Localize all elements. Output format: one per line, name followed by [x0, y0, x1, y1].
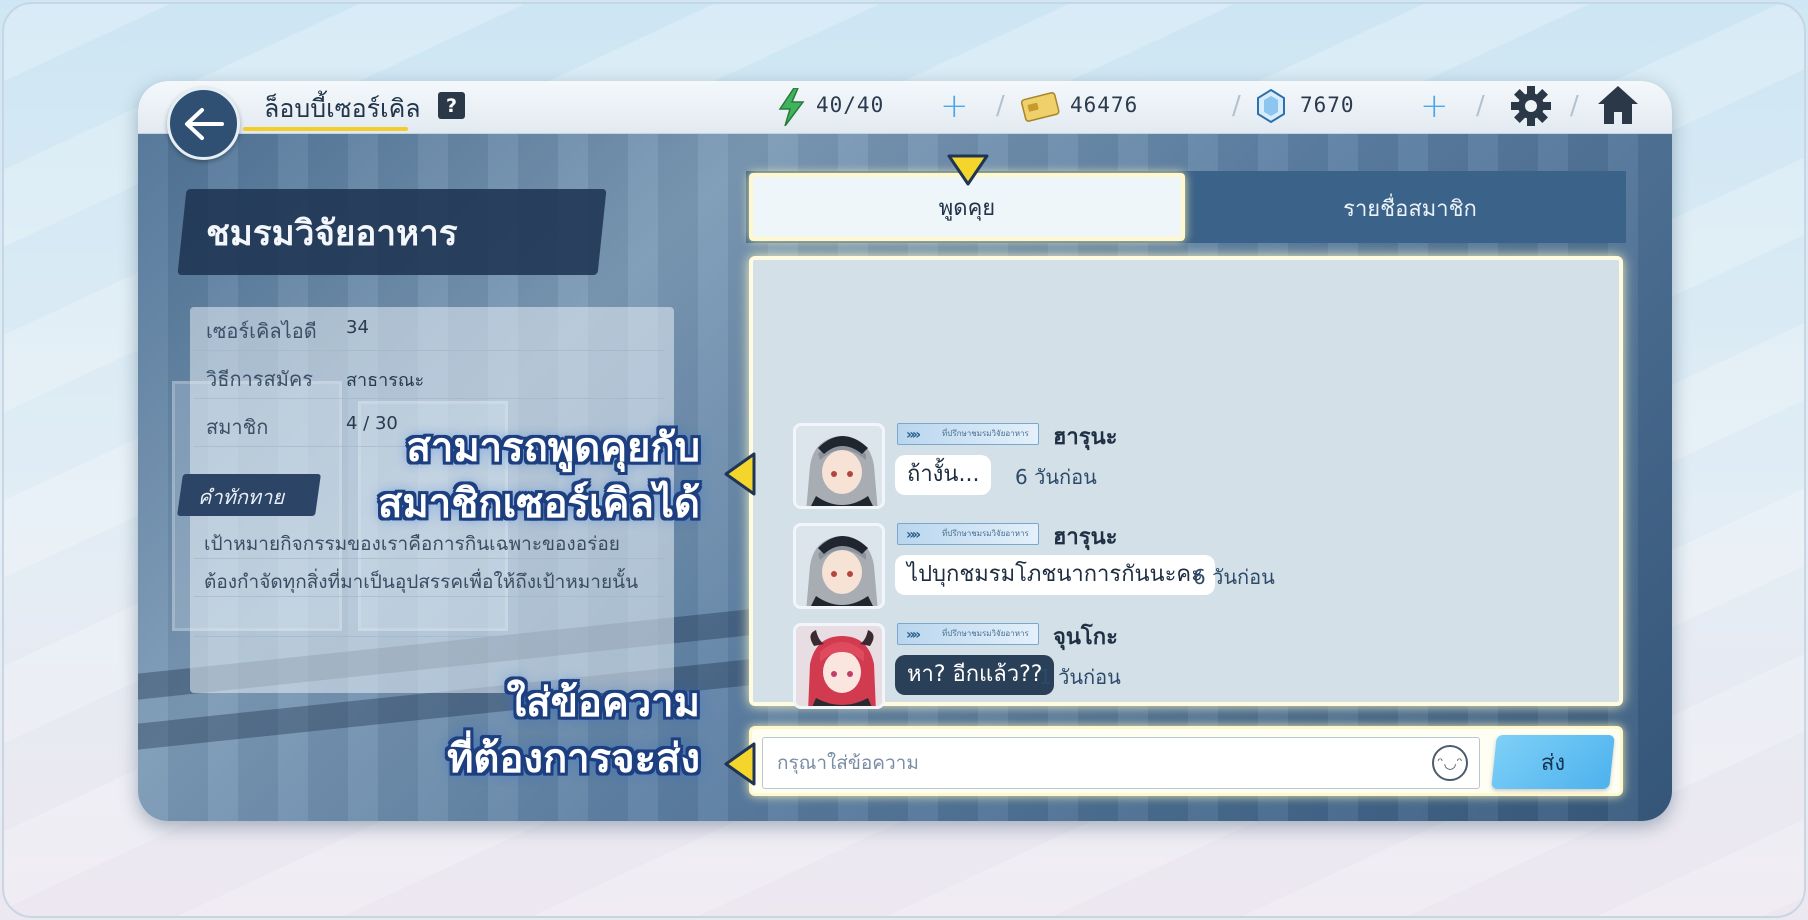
- message-input[interactable]: [762, 737, 1480, 789]
- club-name: ชมรมวิจัยอาหาร: [206, 214, 458, 254]
- credit-card-icon: [1020, 92, 1060, 122]
- divider: [194, 558, 664, 559]
- character-portrait-icon: [796, 426, 882, 506]
- back-button[interactable]: [167, 87, 240, 160]
- info-value: 34: [346, 317, 369, 338]
- sender-name: ฮารุนะ: [1053, 525, 1118, 550]
- role-badge: »» ที่ปรึกษาชมรมวิจัยอาหาร: [897, 423, 1039, 445]
- emoji-button[interactable]: ᵔ◡ᵔ: [1432, 745, 1468, 781]
- role-badge: »» ที่ปรึกษาชมรมวิจัยอาหาร: [897, 523, 1039, 545]
- stamina-value: 40/40: [816, 93, 885, 117]
- info-row-join-method: วิธีการสมัคร สาธารณะ: [194, 355, 664, 399]
- sender-name: จุนโกะ: [1053, 625, 1118, 650]
- message-time: 1 วันก่อน: [1039, 665, 1121, 689]
- tab-member-list[interactable]: รายชื่อสมาชิก: [1194, 177, 1626, 239]
- add-pyroxene-button[interactable]: +: [1420, 89, 1449, 123]
- role-badge: »» ที่ปรึกษาชมรมวิจัยอาหาร: [897, 623, 1039, 645]
- divider: [194, 596, 664, 597]
- chat-message: »» ที่ปรึกษาชมรมวิจัยอาหาร จุนโกะ หา? อีก…: [793, 623, 1573, 715]
- chat-message-list[interactable]: »» ที่ปรึกษาชมรมวิจัยอาหาร ฮารุนะ ถ้างั้น…: [749, 256, 1623, 709]
- tab-pointer-icon: [947, 154, 989, 186]
- stamina-bolt-icon: [778, 88, 805, 126]
- annotation-line: สามารถพูดคุยกับ: [406, 425, 700, 471]
- annotation-line: ใส่ข้อความ: [506, 680, 700, 726]
- greeting-label: คำทักทาย: [198, 485, 285, 509]
- chat-message: »» ที่ปรึกษาชมรมวิจัยอาหาร ฮารุนะ ไปบุกชม…: [793, 523, 1573, 615]
- avatar-junko: [793, 623, 885, 709]
- page-title: ล็อบบี้เซอร์เคิล: [264, 94, 421, 123]
- message-bubble: ถ้างั้น...: [895, 455, 992, 495]
- message-bubble: ไปบุกชมรมโภชนาการกันนะคะ: [895, 555, 1215, 595]
- help-button[interactable]: ?: [438, 92, 465, 119]
- role-badge-text: ที่ปรึกษาชมรมวิจัยอาหาร: [942, 529, 1029, 538]
- gear-icon[interactable]: [1510, 85, 1552, 127]
- annotation-input: ใส่ข้อความ ที่ต้องการจะส่ง: [360, 675, 700, 787]
- arrow-left-icon: [184, 107, 224, 140]
- annotation-line: สมาชิกเซอร์เคิลได้: [378, 481, 700, 527]
- credits-value: 46476: [1070, 93, 1139, 117]
- annotation-line: ที่ต้องการจะส่ง: [447, 736, 700, 782]
- annotation-arrow-icon: [724, 452, 756, 496]
- add-stamina-button[interactable]: +: [940, 89, 969, 123]
- send-button-label: ส่ง: [1540, 750, 1566, 776]
- divider: /: [1232, 91, 1241, 121]
- message-time: 6 วันก่อน: [1193, 565, 1275, 589]
- chat-message: »» ที่ปรึกษาชมรมวิจัยอาหาร ฮารุนะ ถ้างั้น…: [793, 423, 1573, 515]
- divider: /: [996, 91, 1005, 121]
- send-button[interactable]: ส่ง: [1491, 735, 1615, 789]
- greeting-line: เป้าหมายกิจกรรมของเราคือการกินเฉพาะของอร…: [204, 533, 620, 555]
- top-bar: ล็อบบี้เซอร์เคิล ? 40/40 + / 46476 / 767…: [138, 81, 1672, 134]
- message-bubble: หา? อีกแล้ว??: [895, 655, 1055, 695]
- annotation-arrow-icon: [724, 742, 756, 786]
- info-value: สาธารณะ: [346, 370, 425, 391]
- info-label: สมาชิก: [206, 415, 269, 439]
- divider: /: [1476, 91, 1485, 121]
- info-row-circle-id: เซอร์เคิลไอดี 34: [194, 307, 664, 351]
- character-portrait-icon: [796, 526, 882, 606]
- avatar-haruna: [793, 423, 885, 509]
- info-label: วิธีการสมัคร: [206, 367, 314, 391]
- home-icon[interactable]: [1596, 84, 1640, 126]
- pyroxene-gem-icon: [1257, 89, 1285, 123]
- role-badge-text: ที่ปรึกษาชมรมวิจัยอาหาร: [942, 429, 1029, 438]
- divider: [194, 636, 664, 637]
- title-underline: [243, 127, 408, 131]
- annotation-chat: สามารถพูดคุยกับ สมาชิกเซอร์เคิลได้: [320, 420, 700, 532]
- pyroxene-value: 7670: [1300, 93, 1355, 117]
- message-time: 6 วันก่อน: [1015, 465, 1097, 489]
- avatar-haruna: [793, 523, 885, 609]
- character-portrait-icon: [796, 626, 882, 706]
- role-badge-text: ที่ปรึกษาชมรมวิจัยอาหาร: [942, 629, 1029, 638]
- greeting-line: ต้องกำจัดทุกสิ่งที่มาเป็นอุปสรรคเพื่อให้…: [204, 571, 639, 593]
- info-label: เซอร์เคิลไอดี: [206, 319, 317, 343]
- divider: /: [1570, 91, 1579, 121]
- sender-name: ฮารุนะ: [1053, 425, 1118, 450]
- message-input-area: ᵔ◡ᵔ ส่ง: [749, 726, 1623, 796]
